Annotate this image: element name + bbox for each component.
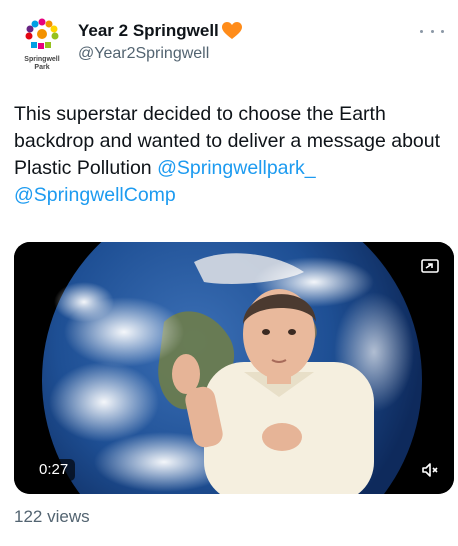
video-duration: 0:27: [32, 459, 76, 481]
speaker-muted-icon[interactable]: [420, 460, 440, 480]
handle[interactable]: @Year2Springwell: [78, 45, 242, 63]
avatar-line2: Park: [34, 64, 50, 71]
orange-heart-icon: [221, 22, 242, 39]
avatar[interactable]: Springwell Park: [14, 18, 70, 74]
tweet-header: Springwell Park Year 2 Springwell @Year2…: [14, 14, 444, 74]
mention-springwellpark[interactable]: @Springwellpark_: [157, 157, 316, 179]
name-block: Year 2 Springwell @Year2Springwell: [78, 21, 242, 63]
picture-in-picture-icon[interactable]: [420, 256, 440, 276]
view-count: 122 views: [14, 507, 90, 526]
more-options-icon[interactable]: [420, 24, 444, 38]
video-player[interactable]: 0:27: [14, 242, 454, 494]
tweet-text: This superstar decided to choose the Ear…: [14, 101, 444, 209]
display-name-row[interactable]: Year 2 Springwell: [78, 21, 242, 41]
display-name[interactable]: Year 2 Springwell: [78, 21, 219, 41]
school-logo-icon: [25, 18, 59, 49]
video-frame: [14, 242, 454, 494]
avatar-line1: Springwell: [24, 56, 60, 63]
mention-springwellcomp[interactable]: @SpringwellComp: [14, 184, 176, 206]
avatar-text: Springwell Park: [14, 56, 70, 72]
